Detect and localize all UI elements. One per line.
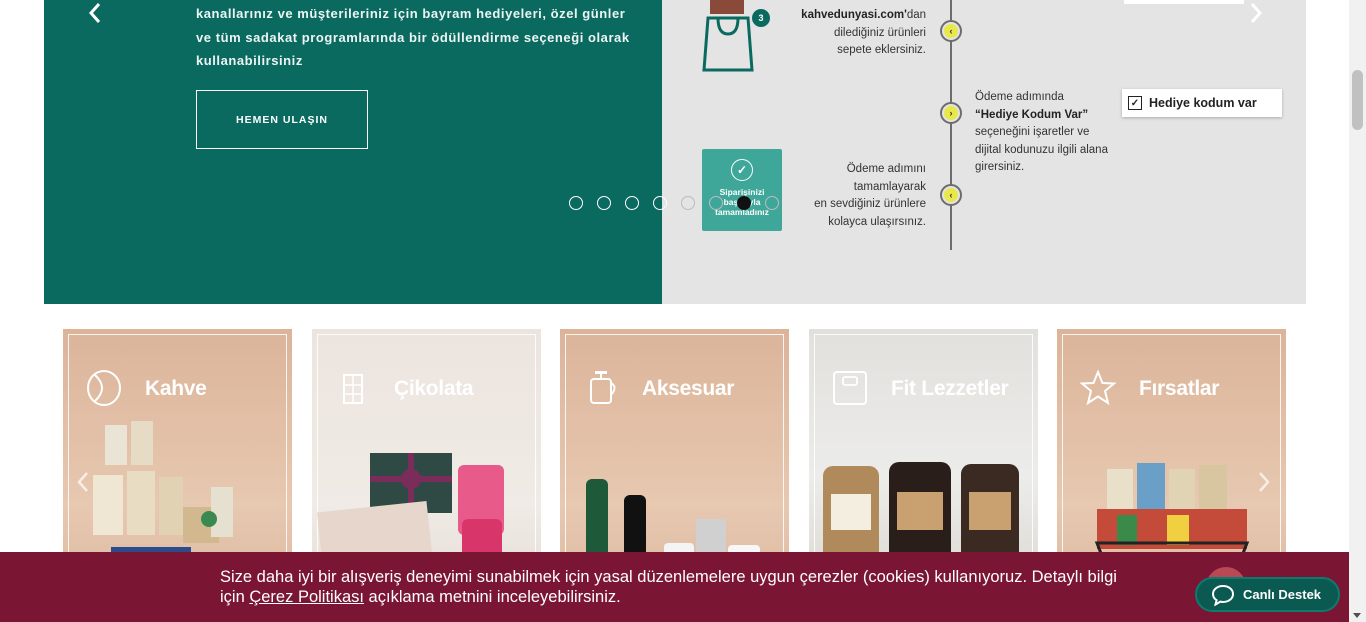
arrow-left-icon: › — [944, 106, 958, 120]
hero-slider: kanallarınız ve müşterileriniz için bayr… — [44, 0, 1306, 304]
cookie-banner: Size daha iyi bir alışveriş deneyimi sun… — [0, 552, 1349, 622]
cookie-suffix: açıklama metnini inceleyebilirsiniz. — [363, 587, 621, 606]
gift-code-checkbox-card: ✓ Hediye kodum var — [1122, 89, 1282, 117]
step-2-line: girersiniz. — [975, 161, 1025, 173]
star-icon — [1079, 369, 1117, 406]
slider-dot[interactable] — [765, 196, 779, 210]
category-title: Kahve — [145, 377, 207, 400]
check-circle-icon: ✓ — [731, 159, 753, 181]
slider-dot[interactable] — [625, 196, 639, 210]
live-support-button[interactable]: Canlı Destek — [1195, 577, 1340, 612]
category-title: Fit Lezzetler — [891, 377, 1009, 400]
slider-next-button[interactable] — [1241, 0, 1271, 26]
brand-name: kahvedunyasi.com' — [801, 9, 907, 21]
chevron-left-icon — [77, 472, 88, 492]
hero-description: kanallarınız ve müşterileriniz için bayr… — [196, 2, 666, 73]
category-title: Çikolata — [394, 377, 474, 400]
french-press-icon — [590, 371, 616, 404]
category-next-button[interactable] — [1256, 470, 1272, 494]
category-title: Aksesuar — [642, 377, 735, 400]
arrow-left-icon: ‹ — [944, 188, 958, 202]
slider-pagination — [569, 196, 779, 210]
page: kanallarınız ve müşterileriniz için bayr… — [0, 0, 1366, 622]
cookie-line: Size daha iyi bir alışveriş deneyimi sun… — [220, 568, 1117, 586]
step-3-text: Ödeme adımını tamamlayarak en sevdiğiniz… — [786, 161, 926, 231]
slider-dot-active[interactable] — [737, 196, 751, 210]
cookie-policy-link[interactable]: Çerez Politikası — [249, 588, 364, 606]
step-2-line: dijital kodunuzu ilgili alana — [975, 143, 1108, 156]
top-card-edge — [1124, 0, 1244, 4]
hero-text-line: ve tüm sadakat programlarında bir ödülle… — [196, 29, 630, 45]
step-3-line: tamamlayarak — [853, 180, 926, 193]
chevron-right-icon — [1250, 3, 1263, 23]
brand-suffix: dan — [906, 9, 926, 21]
timeline-node: › — [940, 102, 962, 124]
hero-text-line: kullanabilirsiniz — [196, 53, 303, 68]
page-scrollbar[interactable] — [1349, 0, 1366, 622]
step-2-line: seçeneğini işaretler ve — [975, 126, 1090, 138]
slider-dot[interactable] — [653, 196, 667, 210]
scroll-down-arrow-icon[interactable] — [1353, 613, 1361, 618]
gift-code-option-label: “Hediye Kodum Var” — [975, 108, 1089, 121]
hero-left-panel: kanallarınız ve müşterileriniz için bayr… — [44, 0, 662, 304]
step-3-line: en sevdiğiniz ürünlere — [814, 198, 926, 210]
cookie-line: için Çerez Politikası açıklama metnini i… — [220, 588, 1200, 608]
arrow-left-icon: ‹ — [944, 24, 958, 38]
category-title: Fırsatlar — [1139, 377, 1220, 400]
step-3-line: kolayca ulaşırsınız. — [828, 215, 926, 228]
step-2-line: “Hediye Kodum Var” — [975, 107, 1135, 125]
slider-prev-button[interactable] — [80, 0, 110, 26]
chevron-right-icon — [1259, 472, 1270, 492]
cart-count-badge: 3 — [752, 9, 770, 27]
step-1-line: kahvedunyasi.com'dan — [786, 7, 926, 25]
step-2-line: Ödeme adımında — [975, 91, 1064, 103]
gift-code-label: Hediye kodum var — [1149, 96, 1257, 110]
step-3-line: Ödeme adımını — [846, 163, 926, 175]
checkbox-checked-icon: ✓ — [1128, 96, 1142, 110]
chat-bubble-icon — [1211, 584, 1235, 606]
scale-icon — [833, 371, 867, 405]
chocolate-bar-icon — [343, 374, 363, 404]
chevron-left-icon — [88, 3, 101, 23]
hero-text-line: kanallarınız ve müşterileriniz için bayr… — [196, 6, 626, 21]
step-1-line: dilediğiniz ürünleri — [833, 26, 926, 39]
step-1-text: kahvedunyasi.com'dan dilediğiniz ürünler… — [786, 7, 926, 60]
step-2-text: Ödeme adımında “Hediye Kodum Var” seçene… — [975, 89, 1135, 177]
slider-dot[interactable] — [709, 196, 723, 210]
slider-dot[interactable] — [681, 196, 695, 210]
timeline-node: ‹ — [940, 20, 962, 42]
contact-now-button[interactable]: HEMEN ULAŞIN — [196, 90, 368, 149]
cookie-prefix: için — [220, 587, 250, 606]
step-1-line: sepete eklersiniz. — [837, 44, 926, 56]
slider-dot[interactable] — [569, 196, 583, 210]
coffee-bean-icon — [87, 370, 121, 406]
scrollbar-thumb[interactable] — [1352, 70, 1363, 130]
category-prev-button[interactable] — [75, 470, 91, 494]
timeline-node: ‹ — [940, 184, 962, 206]
order-complete-card: ✓ Siparişinizi başarıyla tamamladınız — [702, 149, 782, 231]
slider-dot[interactable] — [597, 196, 611, 210]
live-support-label: Canlı Destek — [1243, 587, 1322, 602]
cookie-message: Size daha iyi bir alışveriş deneyimi sun… — [220, 568, 1200, 607]
